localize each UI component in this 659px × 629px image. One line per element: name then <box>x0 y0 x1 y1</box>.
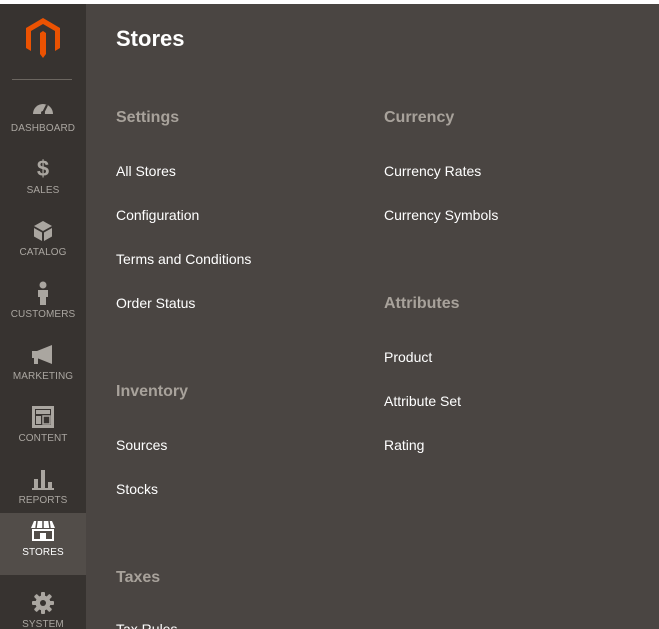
nav-item-customers[interactable]: CUSTOMERS <box>0 275 86 337</box>
menu-link-tax-rules[interactable]: Tax Rules <box>116 621 177 629</box>
panel-title: Stores <box>116 26 185 51</box>
menu-link-product[interactable]: Product <box>384 349 432 365</box>
menu-link-currency-rates[interactable]: Currency Rates <box>384 163 481 179</box>
admin-sidebar: DASHBOARD $ SALES CATALOG CUSTOMERS MARK… <box>0 4 86 629</box>
nav-label: SYSTEM <box>22 619 64 629</box>
magento-logo-icon[interactable] <box>0 18 86 70</box>
megaphone-icon <box>31 343 55 367</box>
menu-link-attribute-set[interactable]: Attribute Set <box>384 393 461 409</box>
logo-divider <box>12 79 72 80</box>
nav-label: DASHBOARD <box>10 123 76 134</box>
nav-item-dashboard[interactable]: DASHBOARD <box>0 89 86 151</box>
dollar-icon: $ <box>36 156 50 181</box>
nav-item-system[interactable]: SYSTEM <box>0 585 86 629</box>
storefront-icon <box>30 519 56 543</box>
nav-label: CUSTOMERS <box>10 309 76 320</box>
nav-item-marketing[interactable]: MARKETING <box>0 337 86 399</box>
nav-label: MARKETING <box>12 371 74 382</box>
section-title-currency: Currency <box>384 109 455 126</box>
nav-item-catalog[interactable]: CATALOG <box>0 213 86 275</box>
nav-item-stores[interactable]: STORES <box>0 513 86 575</box>
layout-icon <box>32 405 54 429</box>
nav-label: STORES <box>22 547 64 558</box>
menu-link-all-stores[interactable]: All Stores <box>116 163 176 179</box>
menu-link-configuration[interactable]: Configuration <box>116 207 199 223</box>
section-title-attributes: Attributes <box>384 295 460 312</box>
stores-menu-panel: Stores Settings All Stores Configuration… <box>86 4 659 629</box>
gear-icon <box>32 591 54 615</box>
section-title-inventory: Inventory <box>116 383 189 400</box>
nav-label: REPORTS <box>18 495 68 506</box>
person-icon <box>36 281 50 305</box>
nav-label: CONTENT <box>18 433 68 444</box>
nav-label: CATALOG <box>19 247 67 258</box>
nav-label: SALES <box>26 185 60 196</box>
menu-link-sources[interactable]: Sources <box>116 437 167 453</box>
menu-link-terms-and-conditions[interactable]: Terms and Conditions <box>116 251 251 267</box>
menu-link-rating[interactable]: Rating <box>384 437 424 453</box>
menu-link-order-status[interactable]: Order Status <box>116 295 195 311</box>
nav-item-sales[interactable]: $ SALES <box>0 151 86 213</box>
bar-chart-icon <box>32 467 54 491</box>
nav-item-content[interactable]: CONTENT <box>0 399 86 461</box>
speedometer-icon <box>31 95 55 119</box>
box-icon <box>33 219 53 243</box>
section-title-taxes: Taxes <box>116 569 161 586</box>
menu-link-stocks[interactable]: Stocks <box>116 481 158 497</box>
menu-link-currency-symbols[interactable]: Currency Symbols <box>384 207 498 223</box>
section-title-settings: Settings <box>116 109 180 126</box>
